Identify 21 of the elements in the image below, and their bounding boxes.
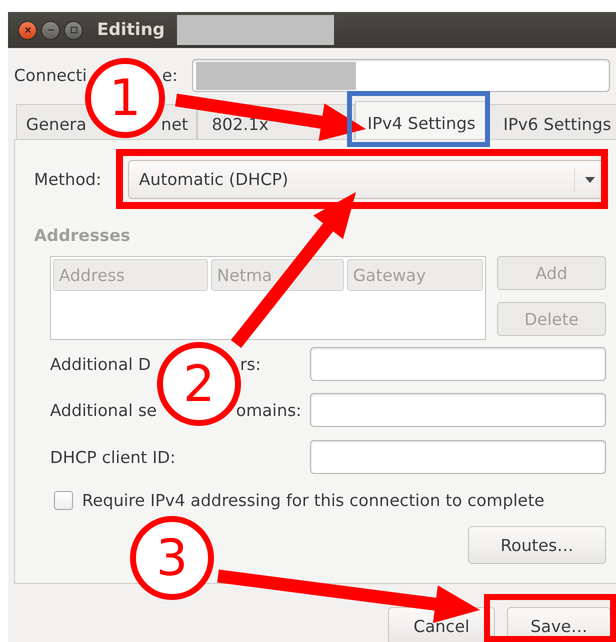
field-label: Additional D <box>50 354 152 374</box>
input-field[interactable] <box>310 440 606 474</box>
field-label: Additional se <box>50 400 158 420</box>
input-field[interactable] <box>310 347 606 381</box>
checkbox[interactable] <box>54 490 73 510</box>
field-label: e: <box>162 66 178 85</box>
field-label: rs: <box>240 354 261 374</box>
close-icon[interactable] <box>18 20 37 40</box>
maximize-icon[interactable] <box>64 20 83 40</box>
connection-name-field[interactable] <box>192 59 610 92</box>
field-label: DHCP client ID: <box>50 448 176 466</box>
method-label: Method: <box>34 170 102 189</box>
input-field[interactable] <box>310 393 606 427</box>
caret-icon <box>574 168 595 192</box>
section-heading: Addresses <box>34 226 132 246</box>
tab[interactable]: IPv6 Settings <box>488 104 616 139</box>
field-label: Connecti <box>14 66 88 85</box>
minimize-icon[interactable] <box>41 20 60 40</box>
routes-button[interactable]: Routes… <box>468 526 606 564</box>
checkbox-label: Require IPv4 addressing for this connection to complete <box>82 490 544 510</box>
window-title: Editing <box>97 20 165 40</box>
